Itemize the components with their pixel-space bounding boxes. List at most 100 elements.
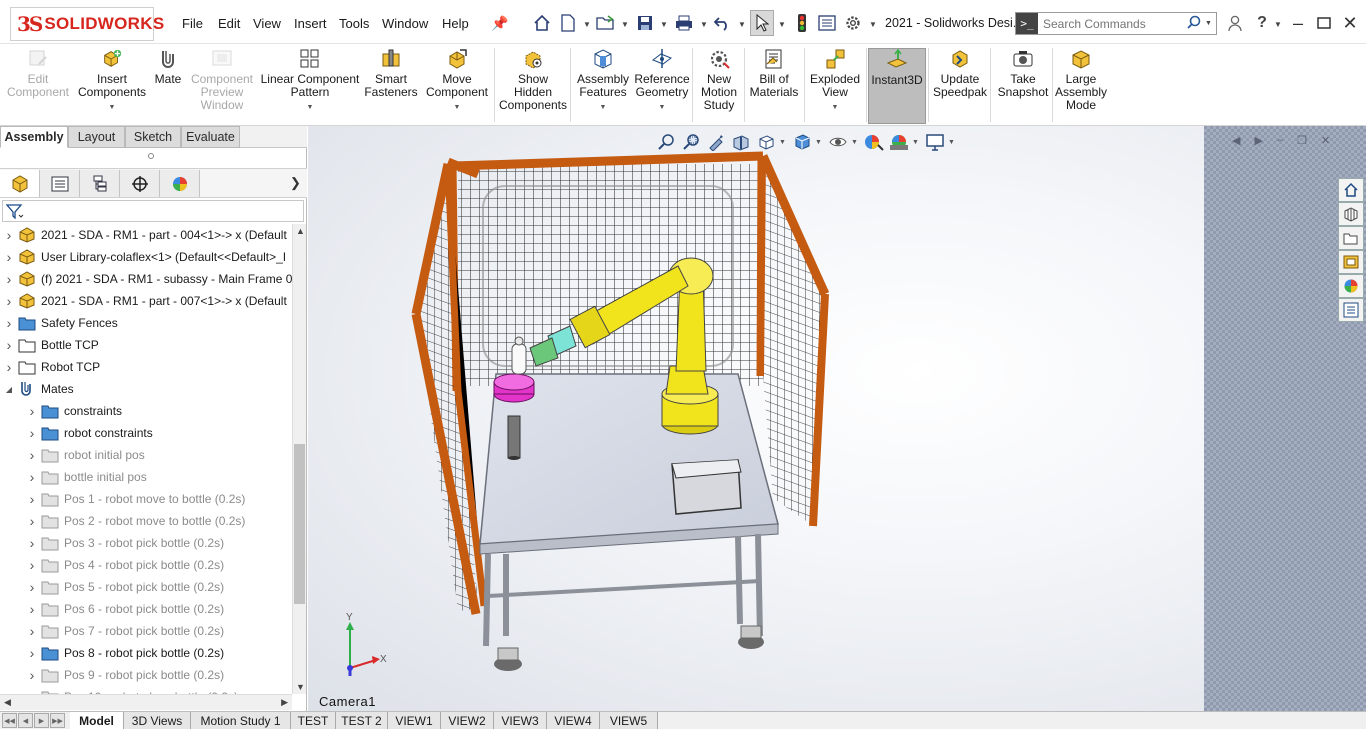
panel-splitter[interactable] — [148, 153, 154, 159]
tree-item[interactable]: ◢ Mates — [0, 378, 292, 400]
chevron-down-icon[interactable]: ▼ — [307, 101, 314, 114]
help-dropdown-icon[interactable]: ▼ — [1274, 20, 1282, 29]
tree-item[interactable]: › Pos 8 - robot pick bottle (0.2s) — [0, 642, 292, 664]
search-commands[interactable]: >_ ▼ — [1015, 12, 1217, 35]
tab-view5[interactable]: VIEW5 — [600, 712, 658, 729]
tree-item[interactable]: › 2021 - SDA - RM1 - part - 007<1>-> x (D… — [0, 290, 292, 312]
appearances-scenes-icon[interactable] — [1338, 274, 1364, 298]
chevron-right-icon[interactable]: › — [27, 601, 37, 617]
chevron-right-icon[interactable]: › — [4, 293, 14, 309]
show-hidden-button[interactable]: Show Hidden Components — [496, 48, 570, 124]
tree-item[interactable]: › Pos 2 - robot move to bottle (0.2s) — [0, 510, 292, 532]
tree-item[interactable]: › Pos 3 - robot pick bottle (0.2s) — [0, 532, 292, 554]
rebuild-traffic-light-icon[interactable] — [790, 10, 814, 36]
chevron-right-icon[interactable]: › — [4, 315, 14, 331]
chevron-right-icon[interactable]: › — [4, 227, 14, 243]
tree-item[interactable]: › Pos 9 - robot pick bottle (0.2s) — [0, 664, 292, 686]
tree-item[interactable]: › Pos 6 - robot pick bottle (0.2s) — [0, 598, 292, 620]
options-dropdown-icon[interactable]: ▼ — [869, 20, 877, 29]
scroll-thumb[interactable] — [294, 444, 305, 604]
menu-help[interactable]: Help — [442, 16, 469, 31]
assembly-features-button[interactable]: Assembly Features ▼ — [572, 48, 634, 124]
tree-item[interactable]: › (f) 2021 - SDA - RM1 - subassy - Main F… — [0, 268, 292, 290]
tab-view4[interactable]: VIEW4 — [547, 712, 600, 729]
insert-components-button[interactable]: Insert Components ▼ — [78, 48, 146, 124]
user-account-icon[interactable] — [1223, 10, 1247, 36]
chevron-right-icon[interactable]: › — [27, 557, 37, 573]
task-pane-tile-icon[interactable]: ❐ — [1297, 134, 1307, 147]
tree-item[interactable]: › User Library-colaflex<1> (Default<<Defa… — [0, 246, 292, 268]
chevron-right-icon[interactable]: › — [27, 469, 37, 485]
tab-view2[interactable]: VIEW2 — [441, 712, 494, 729]
tab-view1[interactable]: VIEW1 — [388, 712, 441, 729]
task-pane-back-icon[interactable]: ◀ — [1232, 134, 1240, 147]
configuration-manager-tab-icon[interactable] — [80, 170, 120, 197]
file-properties-icon[interactable] — [815, 10, 839, 36]
tree-item[interactable]: › robot initial pos — [0, 444, 292, 466]
maximize-icon[interactable] — [1312, 10, 1336, 36]
instant3d-button[interactable]: Instant3D — [868, 48, 926, 124]
chevron-right-icon[interactable]: › — [27, 513, 37, 529]
chevron-right-icon[interactable]: › — [4, 249, 14, 265]
speedpak-button[interactable]: Update Speedpak — [930, 48, 990, 124]
dimxpert-tab-icon[interactable] — [120, 170, 160, 197]
menu-edit[interactable]: Edit — [218, 16, 240, 31]
tree-item[interactable]: › Pos 1 - robot move to bottle (0.2s) — [0, 488, 292, 510]
chevron-down-icon[interactable]: ▼ — [454, 101, 461, 114]
solidworks-resources-home-icon[interactable] — [1338, 178, 1364, 202]
reference-geometry-button[interactable]: Reference Geometry ▼ — [632, 48, 692, 124]
tree-item[interactable]: › 2021 - SDA - RM1 - part - 004<1>-> x (D… — [0, 224, 292, 246]
undo-icon[interactable] — [710, 10, 734, 36]
chevron-down-icon[interactable]: ▼ — [659, 101, 666, 114]
task-pane-minimize-icon[interactable]: – — [1277, 134, 1283, 147]
chevron-right-icon[interactable]: › — [27, 425, 37, 441]
search-input[interactable] — [1038, 16, 1183, 31]
chevron-right-icon[interactable]: › — [4, 337, 14, 353]
open-folder-icon[interactable] — [594, 10, 618, 36]
chevron-right-icon[interactable]: › — [4, 359, 14, 375]
property-manager-tab-icon[interactable] — [40, 170, 80, 197]
select-cursor-icon[interactable] — [750, 10, 774, 36]
display-manager-tab-icon[interactable] — [160, 170, 200, 197]
scroll-right-icon[interactable]: ▶ — [281, 697, 288, 708]
custom-properties-icon[interactable] — [1338, 298, 1364, 322]
tab-assembly[interactable]: Assembly — [0, 126, 68, 148]
tree-item[interactable]: › Safety Fences — [0, 312, 292, 334]
chevron-right-icon[interactable]: › — [27, 667, 37, 683]
filter-icon[interactable] — [6, 203, 24, 219]
component-preview-button[interactable]: Component Preview Window — [186, 48, 258, 124]
pin-icon[interactable]: 📌 — [488, 10, 512, 36]
last-tab-icon[interactable]: ▶▶ — [50, 713, 65, 728]
design-library-icon[interactable] — [1338, 202, 1364, 226]
tree-item[interactable]: › constraints — [0, 400, 292, 422]
home-icon[interactable] — [530, 10, 554, 36]
menu-tools[interactable]: Tools — [339, 16, 369, 31]
chevron-down-icon[interactable]: ◢ — [4, 385, 14, 394]
menu-insert[interactable]: Insert — [294, 16, 327, 31]
scroll-down-icon[interactable]: ▼ — [296, 682, 305, 692]
tree-filter[interactable] — [2, 200, 304, 222]
tab-evaluate[interactable]: Evaluate — [181, 126, 240, 148]
large-assembly-button[interactable]: Large Assembly Mode — [1054, 48, 1108, 124]
previous-tab-icon[interactable]: ◀ — [18, 713, 33, 728]
tab-sketch[interactable]: Sketch — [125, 126, 181, 148]
chevron-right-icon[interactable]: › — [27, 645, 37, 661]
new-document-icon[interactable] — [556, 10, 580, 36]
chevron-down-icon[interactable]: ▼ — [832, 101, 839, 114]
mate-button[interactable]: Mate — [150, 48, 186, 124]
linear-pattern-button[interactable]: Linear Component Pattern ▼ — [258, 48, 362, 124]
chevron-right-icon[interactable]: › — [4, 271, 14, 287]
tree-horizontal-scrollbar[interactable]: ◀ ▶ — [0, 694, 292, 710]
tree-item[interactable]: › Pos 4 - robot pick bottle (0.2s) — [0, 554, 292, 576]
tree-item[interactable]: › Robot TCP — [0, 356, 292, 378]
tree-item[interactable]: › robot constraints — [0, 422, 292, 444]
minimize-icon[interactable]: – — [1286, 10, 1310, 36]
search-icon[interactable] — [1187, 15, 1201, 32]
chevron-down-icon[interactable]: ▼ — [600, 101, 607, 114]
search-dropdown-icon[interactable]: ▼ — [1205, 20, 1212, 27]
scroll-left-icon[interactable]: ◀ — [4, 697, 11, 708]
tree-item[interactable]: › bottle initial pos — [0, 466, 292, 488]
edit-component-button[interactable]: Edit Component — [0, 48, 76, 124]
tree-item[interactable]: › Pos 5 - robot pick bottle (0.2s) — [0, 576, 292, 598]
help-icon[interactable]: ? — [1250, 10, 1274, 36]
